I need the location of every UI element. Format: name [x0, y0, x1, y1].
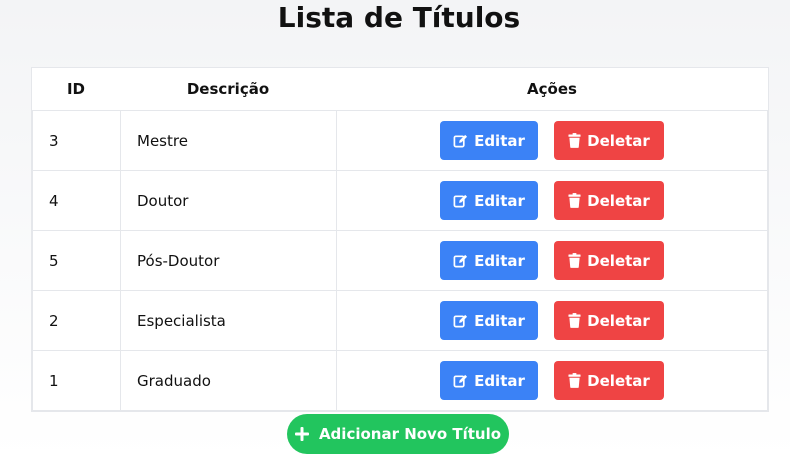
header-acoes: Ações: [336, 68, 768, 111]
cell-id: 5: [32, 230, 121, 291]
edit-label: Editar: [474, 371, 525, 390]
cell-acoes: Editar Deletar: [336, 230, 768, 291]
table-header-row: ID Descrição Ações: [32, 68, 768, 111]
edit-button[interactable]: Editar: [440, 361, 538, 400]
titles-table-container: ID Descrição Ações 3 Mestre Editar Delet…: [31, 67, 769, 412]
cell-acoes: Editar Deletar: [336, 170, 768, 231]
table-row: 4 Doutor Editar Deletar: [32, 170, 768, 231]
edit-button[interactable]: Editar: [440, 301, 538, 340]
delete-label: Deletar: [587, 311, 650, 330]
edit-label: Editar: [474, 191, 525, 210]
delete-button[interactable]: Deletar: [554, 241, 664, 280]
table-row: 3 Mestre Editar Deletar: [32, 110, 768, 171]
trash-icon: [568, 133, 581, 148]
cell-descricao: Doutor: [120, 170, 337, 231]
edit-icon: [453, 374, 468, 388]
cell-descricao: Pós-Doutor: [120, 230, 337, 291]
table-row: 5 Pós-Doutor Editar Deletar: [32, 230, 768, 291]
edit-icon: [453, 314, 468, 328]
delete-label: Deletar: [587, 131, 650, 150]
header-descricao: Descrição: [120, 68, 337, 111]
add-new-title-button[interactable]: Adicionar Novo Título: [287, 414, 509, 454]
edit-button[interactable]: Editar: [440, 241, 538, 280]
cell-id: 3: [32, 110, 121, 171]
delete-label: Deletar: [587, 251, 650, 270]
cell-acoes: Editar Deletar: [336, 290, 768, 351]
header-id: ID: [32, 68, 121, 111]
table-row: 2 Especialista Editar Deletar: [32, 290, 768, 351]
cell-descricao: Mestre: [120, 110, 337, 171]
delete-label: Deletar: [587, 371, 650, 390]
cell-descricao: Especialista: [120, 290, 337, 351]
edit-button[interactable]: Editar: [440, 121, 538, 160]
trash-icon: [568, 313, 581, 328]
trash-icon: [568, 193, 581, 208]
edit-label: Editar: [474, 311, 525, 330]
edit-icon: [453, 254, 468, 268]
cell-acoes: Editar Deletar: [336, 110, 768, 171]
delete-button[interactable]: Deletar: [554, 301, 664, 340]
delete-button[interactable]: Deletar: [554, 121, 664, 160]
add-new-title-label: Adicionar Novo Título: [318, 425, 502, 443]
edit-label: Editar: [474, 251, 525, 270]
cell-descricao: Graduado: [120, 350, 337, 411]
delete-label: Deletar: [587, 191, 650, 210]
cell-id: 2: [32, 290, 121, 351]
trash-icon: [568, 373, 581, 388]
table-row: 1 Graduado Editar Deletar: [32, 350, 768, 411]
trash-icon: [568, 253, 581, 268]
cell-id: 4: [32, 170, 121, 231]
edit-label: Editar: [474, 131, 525, 150]
plus-icon: [294, 427, 309, 441]
titles-table: ID Descrição Ações 3 Mestre Editar Delet…: [32, 68, 768, 411]
delete-button[interactable]: Deletar: [554, 181, 664, 220]
page-title: Lista de Títulos: [277, 1, 521, 34]
delete-button[interactable]: Deletar: [554, 361, 664, 400]
cell-acoes: Editar Deletar: [336, 350, 768, 411]
edit-icon: [453, 134, 468, 148]
edit-icon: [453, 194, 468, 208]
edit-button[interactable]: Editar: [440, 181, 538, 220]
cell-id: 1: [32, 350, 121, 411]
